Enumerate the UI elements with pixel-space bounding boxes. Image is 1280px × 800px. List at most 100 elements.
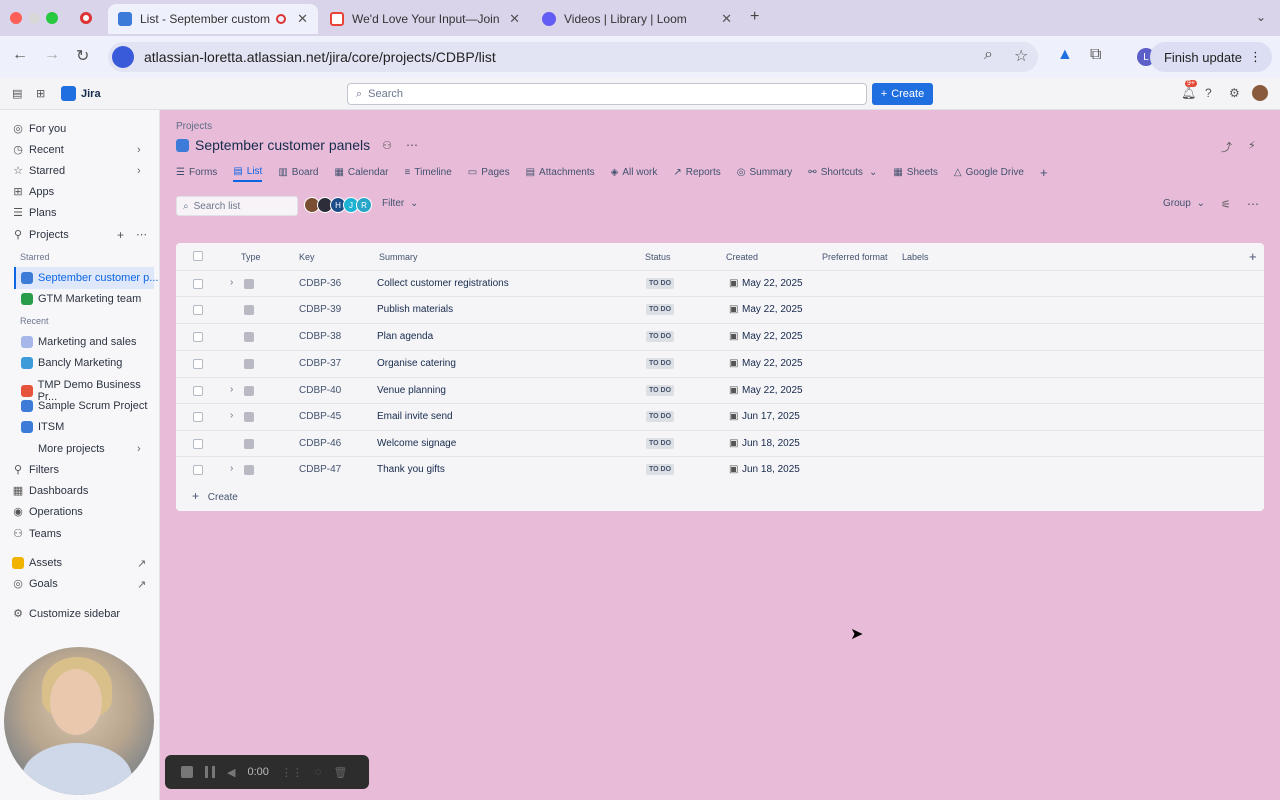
create-issue-button[interactable]: + Create xyxy=(192,489,238,503)
tab-list[interactable]: ▤ List xyxy=(233,162,263,182)
forward-icon[interactable]: → xyxy=(44,46,60,64)
browser-tab-loom[interactable]: Videos | Library | Loom ✕ xyxy=(532,4,742,34)
sidebar-item-apps[interactable]: ⊞ Apps xyxy=(12,186,54,198)
group-button[interactable]: Group ⌄ xyxy=(1163,198,1205,209)
tab-forms[interactable]: ☰ Forms xyxy=(176,162,217,182)
url-field[interactable]: atlassian-loretta.atlassian.net/jira/cor… xyxy=(108,42,1038,72)
status-badge[interactable]: TO DO xyxy=(646,358,675,369)
issue-key[interactable]: CDBP-36 xyxy=(299,278,341,289)
external-link-icon[interactable]: ↗ xyxy=(137,578,146,591)
sidebar-item-plans[interactable]: ☰ Plans xyxy=(12,207,56,219)
expand-chevron-icon[interactable]: › xyxy=(230,277,233,288)
column-header[interactable]: Preferred format xyxy=(822,252,888,262)
sidebar-item-teams[interactable]: ⚇ Teams xyxy=(12,528,61,540)
chevron-right-icon[interactable]: › xyxy=(137,144,141,156)
global-search-input[interactable]: ⌕ Search xyxy=(347,83,867,105)
sidebar-item-goals[interactable]: ◎ Goals xyxy=(12,578,58,590)
sidebar-item-bancly-marketing[interactable]: Bancly Marketing xyxy=(21,357,122,369)
issue-key[interactable]: CDBP-46 xyxy=(299,438,341,449)
minimize-window-button[interactable] xyxy=(28,12,40,24)
settings-icon[interactable]: ◌ xyxy=(315,766,322,778)
restart-icon[interactable]: ◀ xyxy=(227,766,235,779)
close-window-button[interactable] xyxy=(10,12,22,24)
tab-board[interactable]: ▥ Board xyxy=(278,162,318,182)
sidebar-item-itsm[interactable]: ITSM xyxy=(21,421,64,433)
sidebar-toggle-icon[interactable]: ▤ xyxy=(12,87,22,100)
back-icon[interactable]: ← xyxy=(12,46,28,64)
sidebar-item-customize[interactable]: ⚙ Customize sidebar xyxy=(12,608,120,620)
row-checkbox[interactable] xyxy=(193,386,203,396)
automation-lightning-icon[interactable]: ⚡︎ xyxy=(1248,139,1256,152)
more-horizontal-icon[interactable]: ⋯ xyxy=(1247,197,1259,211)
sidebar-item-dashboards[interactable]: ▦ Dashboards xyxy=(12,485,89,497)
status-badge[interactable]: TO DO xyxy=(646,278,675,289)
draw-icon[interactable]: ⋮⋮ xyxy=(281,766,303,779)
more-horizontal-icon[interactable]: ⋯ xyxy=(136,228,147,241)
maximize-window-button[interactable] xyxy=(46,12,58,24)
sidebar-item-assets[interactable]: Assets xyxy=(12,557,62,569)
finish-update-button[interactable]: Finish update ⋮ xyxy=(1149,42,1272,72)
close-tab-icon[interactable]: ✕ xyxy=(297,11,308,27)
issue-key[interactable]: CDBP-39 xyxy=(299,304,341,315)
table-row[interactable]: › CDBP-36 Collect customer registrations… xyxy=(176,270,1264,296)
row-checkbox[interactable] xyxy=(193,279,203,289)
table-row[interactable]: CDBP-39 Publish materials TO DO ▣ May 22… xyxy=(176,296,1264,322)
row-checkbox[interactable] xyxy=(193,305,203,315)
column-header[interactable]: Created xyxy=(726,252,758,262)
sidebar-item-recent[interactable]: ◷ Recent xyxy=(12,144,64,156)
add-tab-button[interactable]: + xyxy=(1040,162,1048,182)
add-project-icon[interactable]: + xyxy=(117,228,124,242)
sidebar-item-for-you[interactable]: ◎ For you xyxy=(12,123,66,135)
atlassian-extension-icon[interactable]: ▲ xyxy=(1057,46,1073,64)
issue-key[interactable]: CDBP-47 xyxy=(299,464,341,475)
team-icon[interactable]: ⚇ xyxy=(382,139,392,152)
sidebar-item-operations[interactable]: ◉ Operations xyxy=(12,506,83,518)
app-name[interactable]: Jira xyxy=(81,88,101,100)
issue-summary[interactable]: Organise catering xyxy=(377,358,456,369)
issue-summary[interactable]: Publish materials xyxy=(377,304,453,315)
site-info-icon[interactable] xyxy=(112,46,134,68)
row-checkbox[interactable] xyxy=(193,465,203,475)
tab-timeline[interactable]: ≡ Timeline xyxy=(405,162,452,182)
close-tab-icon[interactable]: ✕ xyxy=(721,11,732,27)
table-row[interactable]: › CDBP-47 Thank you gifts TO DO ▣ Jun 18… xyxy=(176,456,1264,482)
row-checkbox[interactable] xyxy=(193,412,203,422)
sidebar-item-filters[interactable]: ⚲ Filters xyxy=(12,464,59,476)
tab-summary[interactable]: ◎ Summary xyxy=(737,162,793,182)
sidebar-starred-project[interactable]: September customer p... xyxy=(21,272,158,284)
table-row[interactable]: CDBP-38 Plan agenda TO DO ▣ May 22, 2025 xyxy=(176,323,1264,349)
issue-summary[interactable]: Plan agenda xyxy=(377,331,433,342)
view-settings-icon[interactable]: ⚟ xyxy=(1221,198,1231,211)
pause-icon[interactable] xyxy=(205,766,215,778)
sidebar-item-more-projects[interactable]: More projects xyxy=(21,443,105,455)
tab-reports[interactable]: ↗ Reports xyxy=(673,162,720,182)
tab-attachments[interactable]: ▤ Attachments xyxy=(526,162,595,182)
tab-sheets[interactable]: ▦ Sheets xyxy=(893,162,938,182)
issue-key[interactable]: CDBP-45 xyxy=(299,411,341,422)
chevron-down-icon[interactable]: ⌄ xyxy=(1256,10,1266,24)
tab-pages[interactable]: ▭ Pages xyxy=(468,162,510,182)
sidebar-item-sample-scrum-project[interactable]: Sample Scrum Project xyxy=(21,400,147,412)
column-header[interactable]: Summary xyxy=(379,252,418,262)
column-header[interactable]: Labels xyxy=(902,252,929,262)
user-avatar[interactable] xyxy=(1252,85,1268,101)
create-button[interactable]: + Create xyxy=(872,83,933,105)
issue-summary[interactable]: Welcome signage xyxy=(377,438,456,449)
delete-icon[interactable]: 🗑︎ xyxy=(333,766,347,779)
browser-tab-jira[interactable]: List - September custome ✕ xyxy=(108,4,318,34)
help-icon[interactable]: ? xyxy=(1205,86,1212,100)
issue-summary[interactable]: Collect customer registrations xyxy=(377,278,509,289)
extensions-icon[interactable]: ⧉ xyxy=(1090,46,1101,64)
browser-tab-gmail[interactable]: We'd Love Your Input—Join O ✕ xyxy=(320,4,530,34)
tab-google-drive[interactable]: △ Google Drive xyxy=(954,162,1024,182)
table-row[interactable]: › CDBP-45 Email invite send TO DO ▣ Jun … xyxy=(176,403,1264,429)
stop-icon[interactable] xyxy=(181,766,193,778)
breadcrumb[interactable]: Projects xyxy=(176,121,212,132)
row-checkbox[interactable] xyxy=(193,359,203,369)
notifications-icon[interactable]: 🔔︎ xyxy=(1181,86,1196,100)
status-badge[interactable]: TO DO xyxy=(646,411,675,422)
reload-icon[interactable]: ↻ xyxy=(76,46,89,66)
sidebar-item-projects[interactable]: ⚲ Projects xyxy=(12,229,69,241)
table-row[interactable]: › CDBP-40 Venue planning TO DO ▣ May 22,… xyxy=(176,377,1264,403)
jira-logo-icon[interactable] xyxy=(61,86,76,101)
